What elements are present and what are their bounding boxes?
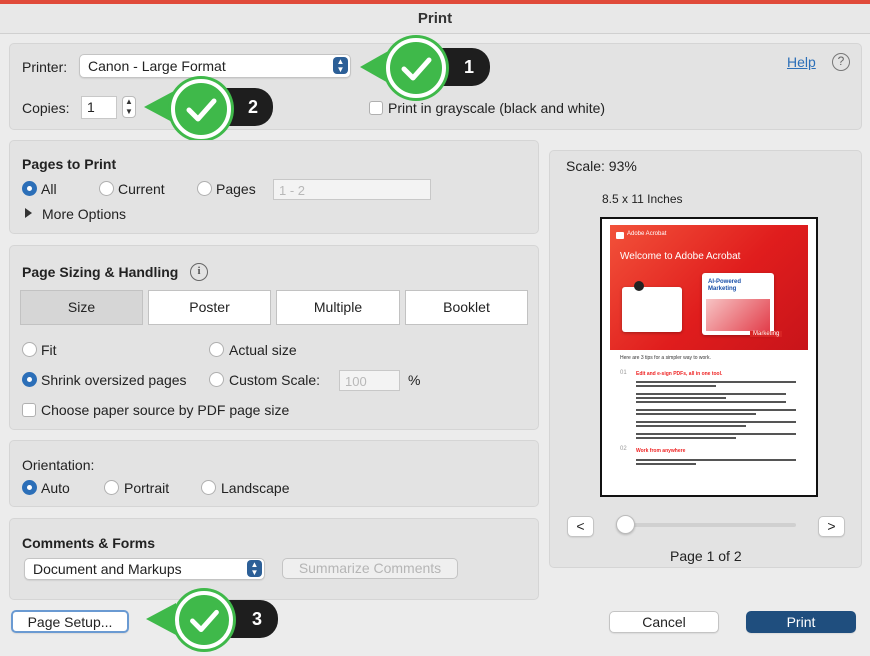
actual-size-label: Actual size — [229, 342, 297, 358]
orientation-portrait-label: Portrait — [124, 480, 170, 496]
print-button[interactable]: Print — [746, 611, 856, 633]
paper-source-label: Choose paper source by PDF page size — [41, 402, 290, 418]
tab-booklet[interactable]: Booklet — [405, 290, 528, 325]
orientation-auto-radio[interactable] — [22, 480, 37, 495]
doc-card-tag: Marketing — [750, 331, 783, 337]
title-bar: Print — [0, 4, 870, 34]
grayscale-checkbox[interactable] — [369, 101, 383, 115]
callout-3-pointer — [146, 603, 176, 635]
orientation-landscape-label: Landscape — [221, 480, 290, 496]
printer-label: Printer: — [22, 59, 68, 75]
summarize-comments-button[interactable]: Summarize Comments — [282, 558, 458, 579]
scale-label: Scale: 93% — [566, 158, 637, 174]
callout-2-check-icon — [171, 79, 231, 139]
cancel-button[interactable]: Cancel — [609, 611, 719, 633]
help-icon[interactable]: ? — [832, 53, 850, 71]
doc-card-title: AI-Powered Marketing — [708, 279, 742, 292]
page-sizing-heading: Page Sizing & Handling — [22, 264, 179, 280]
shrink-radio[interactable] — [22, 372, 37, 387]
doc-tip2-num: 02 — [620, 446, 627, 452]
orientation-auto-label: Auto — [41, 480, 70, 496]
orientation-heading: Orientation: — [22, 457, 95, 473]
pages-range-input[interactable]: 1 - 2 — [273, 179, 431, 200]
orientation-portrait-radio[interactable] — [104, 480, 119, 495]
prev-page-button[interactable]: < — [567, 516, 594, 537]
doc-headline: Welcome to Adobe Acrobat — [620, 251, 741, 262]
doc-hero: Adobe Acrobat Welcome to Adobe Acrobat A… — [610, 225, 808, 350]
page-preview: Adobe Acrobat Welcome to Adobe Acrobat A… — [600, 217, 818, 497]
page-setup-button[interactable]: Page Setup... — [11, 610, 129, 633]
info-icon[interactable]: i — [190, 263, 208, 281]
callout-2-pointer — [144, 91, 174, 123]
tab-size[interactable]: Size — [20, 290, 143, 325]
doc-icon-dot — [634, 281, 644, 291]
doc-tip2-title: Work from anywhere — [636, 448, 686, 454]
printer-select[interactable]: Canon - Large Format ▲ ▼ — [79, 54, 351, 78]
pages-current-label: Current — [118, 181, 165, 197]
tab-poster[interactable]: Poster — [148, 290, 271, 325]
next-page-button[interactable]: > — [818, 516, 845, 537]
copies-input[interactable]: 1 — [81, 96, 117, 119]
orientation-landscape-radio[interactable] — [201, 480, 216, 495]
fit-radio[interactable] — [22, 342, 37, 357]
callout-3-check-icon — [175, 591, 233, 649]
doc-tip1-num: 01 — [620, 370, 627, 376]
comments-heading: Comments & Forms — [22, 535, 156, 551]
pages-all-radio[interactable] — [22, 181, 37, 196]
pages-all-label: All — [41, 181, 57, 197]
actual-size-radio[interactable] — [209, 342, 224, 357]
doc-card-image — [706, 299, 770, 331]
grayscale-label: Print in grayscale (black and white) — [388, 100, 606, 116]
doc-card-right: AI-Powered Marketing — [702, 273, 774, 335]
pages-current-radio[interactable] — [99, 181, 114, 196]
pages-to-print-heading: Pages to Print — [22, 156, 117, 172]
custom-scale-input[interactable]: 100 — [339, 370, 400, 391]
printer-select-value: Canon - Large Format — [88, 58, 226, 74]
custom-scale-label: Custom Scale: — [229, 372, 321, 388]
shrink-label: Shrink oversized pages — [41, 372, 187, 388]
doc-brand: Adobe Acrobat — [627, 231, 667, 237]
paper-size-label: 8.5 x 11 Inches — [602, 192, 683, 206]
acrobat-logo-icon — [616, 232, 624, 239]
custom-scale-radio[interactable] — [209, 372, 224, 387]
more-options-label[interactable]: More Options — [42, 206, 126, 222]
chevron-updown-icon: ▲ ▼ — [247, 560, 262, 577]
pages-range-label: Pages — [216, 181, 256, 197]
paper-source-checkbox[interactable] — [22, 403, 36, 417]
window-title: Print — [417, 10, 453, 27]
comments-select[interactable]: Document and Markups ▲ ▼ — [24, 558, 265, 580]
doc-intro: Here are 3 tips for a simpler way to wor… — [620, 355, 711, 361]
callout-1-check-icon — [386, 38, 446, 98]
chevron-updown-icon: ▲ ▼ — [333, 57, 348, 74]
page-slider-track[interactable] — [618, 523, 796, 527]
percent-label: % — [408, 372, 421, 388]
comments-select-value: Document and Markups — [33, 561, 182, 577]
doc-card-left — [622, 287, 682, 332]
tab-multiple[interactable]: Multiple — [276, 290, 400, 325]
fit-label: Fit — [41, 342, 57, 358]
help-link[interactable]: Help — [787, 54, 816, 70]
pages-range-radio[interactable] — [197, 181, 212, 196]
doc-tip1-title: Edit and e-sign PDFs, all in one tool. — [636, 371, 723, 377]
orientation-panel — [9, 440, 539, 507]
copies-stepper[interactable]: ▲ ▼ — [122, 96, 136, 118]
page-counter: Page 1 of 2 — [670, 548, 742, 564]
copies-label: Copies: — [22, 100, 70, 116]
disclosure-triangle-icon[interactable] — [25, 208, 32, 218]
page-slider-thumb[interactable] — [616, 515, 635, 534]
